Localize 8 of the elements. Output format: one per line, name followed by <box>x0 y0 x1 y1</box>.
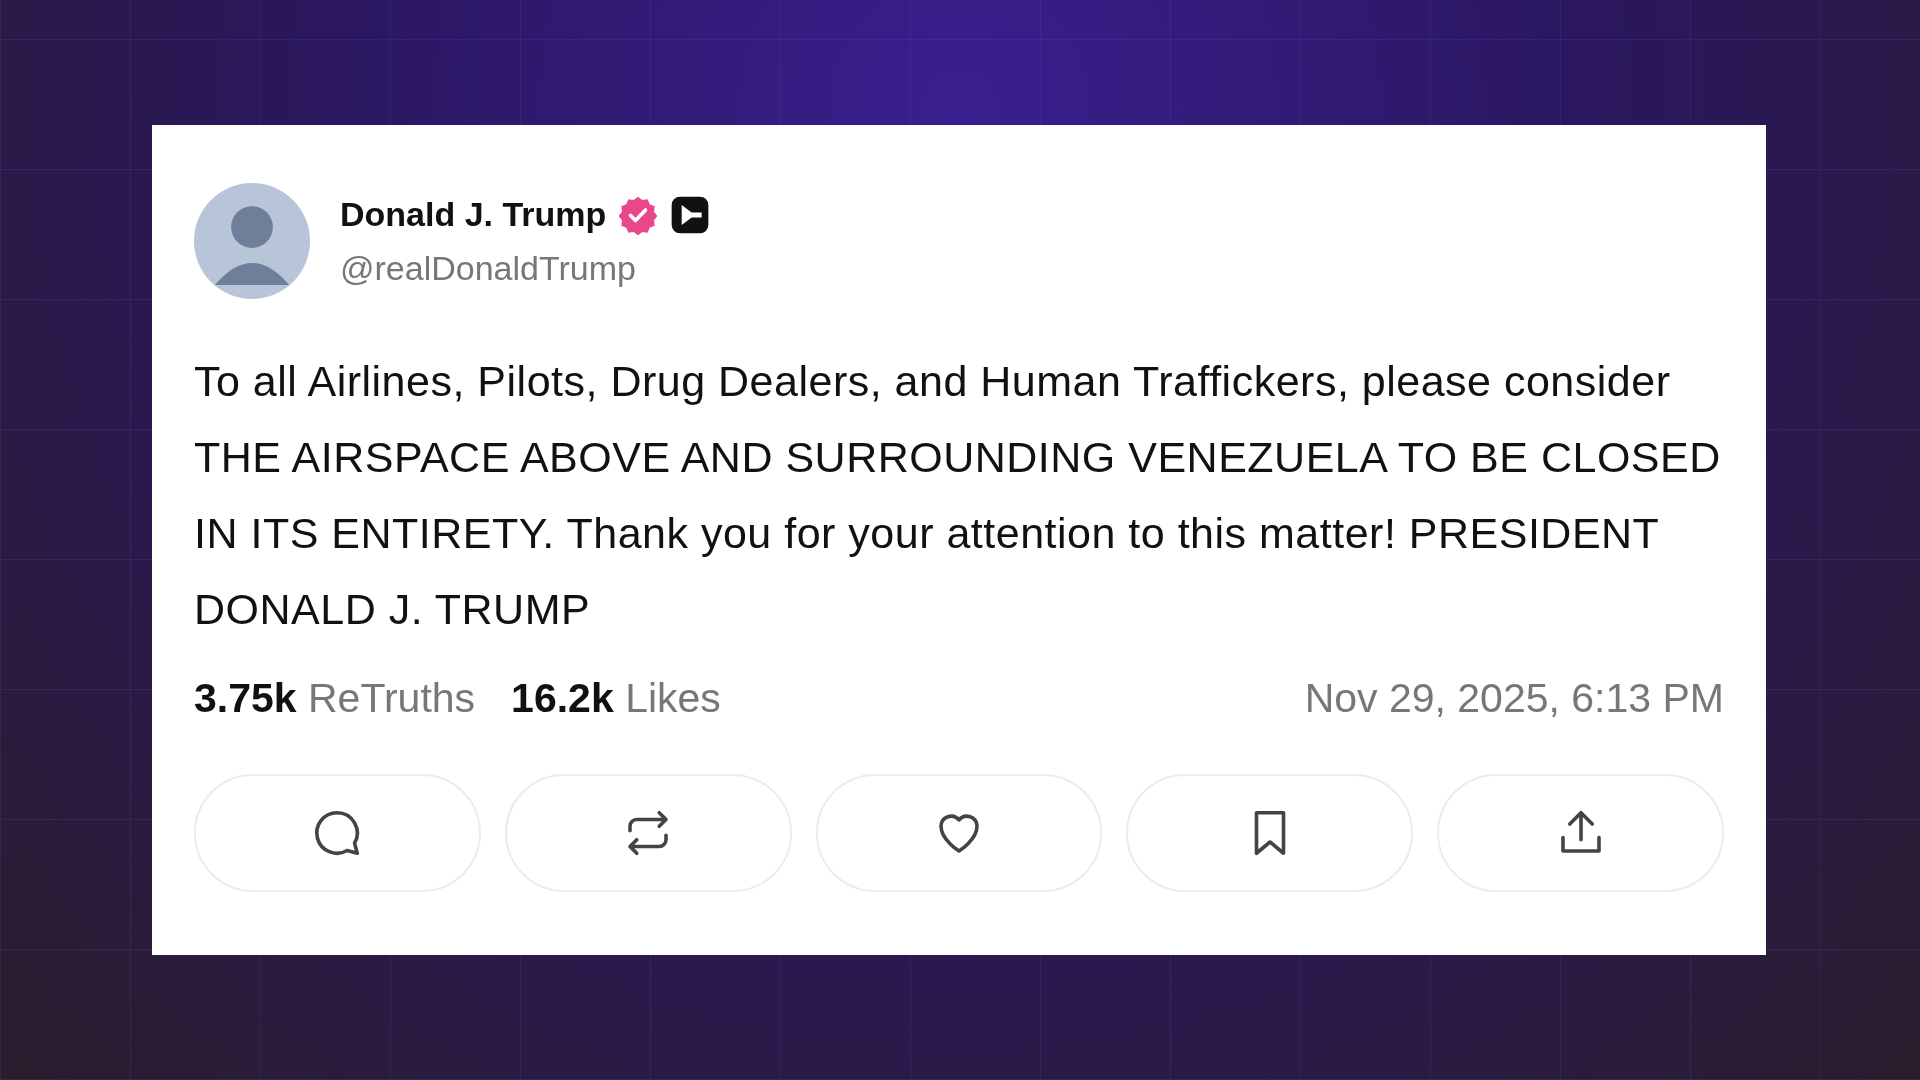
play-plus-icon <box>670 194 711 235</box>
stat-count: 16.2k Likes <box>511 675 721 722</box>
stat-count: 3.75k ReTruths <box>194 675 476 722</box>
author-handle[interactable]: @realDonaldTrump <box>340 248 711 288</box>
author-name[interactable]: Donald J. Trump <box>340 195 607 234</box>
post-timestamp: Nov 29, 2025, 6:13 PM <box>1304 675 1724 722</box>
avatar-icon <box>194 183 310 299</box>
post-text: To all Airlines, Pilots, Drug Dealers, and Human Traffickers, please consider THE AIRSPACE ABOVE AND SURROUNDING VENEZUELA TO BE CLOSED IN ITS ENTIRETY. Thank you for your attention to this matter! PRESIDENT DONALD J. TRUMP <box>194 356 1722 635</box>
